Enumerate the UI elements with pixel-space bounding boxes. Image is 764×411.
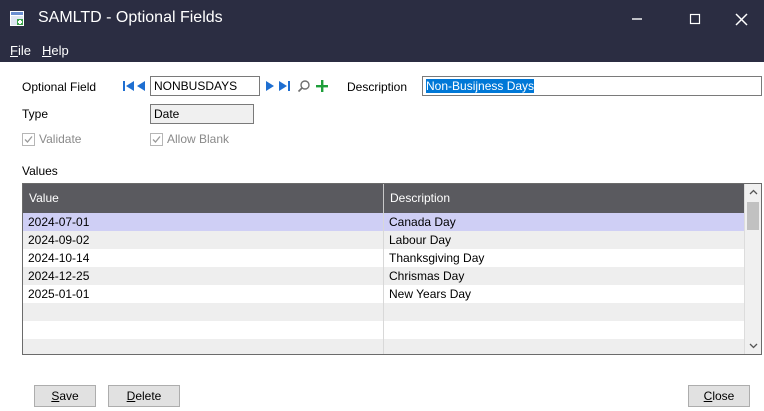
grid-rows: 2024-07-01 Canada Day 2024-09-02 Labour Day… xyxy=(23,213,744,354)
cell-description[interactable] xyxy=(384,321,744,339)
column-header-description[interactable]: Description xyxy=(384,184,744,213)
chevron-down-icon xyxy=(749,343,757,349)
cell-value[interactable]: 2024-09-02 xyxy=(23,231,383,249)
checkmark-icon xyxy=(152,135,161,143)
cell-description[interactable]: New Years Day xyxy=(384,285,744,303)
cell-description[interactable]: Canada Day xyxy=(384,213,744,231)
cell-description[interactable]: Labour Day xyxy=(384,231,744,249)
finder-search-icon[interactable] xyxy=(297,79,311,93)
cell-value[interactable]: 2024-12-25 xyxy=(23,267,383,285)
scroll-up-button[interactable] xyxy=(745,184,761,200)
chevron-up-icon xyxy=(749,189,757,195)
type-label: Type xyxy=(22,107,49,121)
table-row[interactable]: 2024-09-02 Labour Day xyxy=(23,231,744,249)
menu-help-rest: elp xyxy=(51,43,69,58)
previous-record-icon[interactable] xyxy=(135,79,147,93)
values-label: Values xyxy=(22,164,58,178)
maximize-button[interactable] xyxy=(672,0,718,38)
cell-value[interactable]: 2024-10-14 xyxy=(23,249,383,267)
table-row[interactable]: 2024-12-25 Chrismas Day xyxy=(23,267,744,285)
table-row[interactable] xyxy=(23,339,744,354)
optional-field-label: Optional Field xyxy=(22,80,97,94)
values-grid[interactable]: Value Description 2024-07-01 Canada Day 20… xyxy=(22,183,762,355)
delete-accel: D xyxy=(126,389,136,403)
allow-blank-checkbox[interactable]: Allow Blank xyxy=(150,132,229,146)
close-button[interactable]: Close xyxy=(688,385,750,407)
grid-vertical-scrollbar[interactable] xyxy=(744,184,761,354)
menu-help-accel: H xyxy=(42,43,52,58)
last-record-icon[interactable] xyxy=(277,79,291,93)
add-new-icon[interactable] xyxy=(315,79,329,93)
title-bar: SAMLTD - Optional Fields xyxy=(0,0,764,38)
save-button[interactable]: Save xyxy=(34,385,96,407)
table-row[interactable]: 2024-07-01 Canada Day xyxy=(23,213,744,231)
menu-file-accel: F xyxy=(10,43,18,58)
description-value: Non-Busijness Days xyxy=(426,79,535,93)
close-window-button[interactable] xyxy=(718,0,764,38)
minimize-button[interactable] xyxy=(614,0,660,38)
menu-file[interactable]: File xyxy=(10,43,31,58)
cell-description[interactable]: Thanksgiving Day xyxy=(384,249,744,267)
cell-value[interactable]: 2024-07-01 xyxy=(23,213,383,231)
cell-value[interactable] xyxy=(23,339,383,354)
window-title: SAMLTD - Optional Fields xyxy=(38,9,223,26)
grid-header: Value Description xyxy=(23,184,761,213)
table-row[interactable] xyxy=(23,303,744,321)
table-row[interactable]: 2025-01-01 New Years Day xyxy=(23,285,744,303)
checkmark-icon xyxy=(24,135,33,143)
app-icon xyxy=(10,11,24,26)
delete-rest: elete xyxy=(135,389,162,403)
validate-checkbox[interactable]: Validate xyxy=(22,132,81,146)
validate-label: Validate xyxy=(39,132,82,146)
cell-description[interactable] xyxy=(384,339,744,354)
delete-button[interactable]: Delete xyxy=(108,385,180,407)
menu-help[interactable]: Help xyxy=(42,43,69,58)
allow-blank-checkbox-box xyxy=(150,132,163,146)
cell-value[interactable]: 2025-01-01 xyxy=(23,285,383,303)
first-record-icon[interactable] xyxy=(122,79,136,93)
type-field[interactable]: Date xyxy=(150,104,254,124)
description-label: Description xyxy=(347,80,408,94)
close-rest: lose xyxy=(712,389,735,403)
description-input[interactable]: Non-Busijness Days xyxy=(422,76,762,96)
cell-description[interactable]: Chrismas Day xyxy=(384,267,744,285)
close-icon xyxy=(734,12,748,26)
next-record-icon[interactable] xyxy=(264,79,276,93)
allow-blank-label: Allow Blank xyxy=(167,132,230,146)
column-header-value[interactable]: Value xyxy=(23,184,383,213)
validate-checkbox-box xyxy=(22,132,35,146)
cell-value[interactable] xyxy=(23,321,383,339)
scroll-thumb[interactable] xyxy=(747,202,759,230)
menu-file-rest: ile xyxy=(17,43,31,58)
optional-field-input[interactable]: NONBUSDAYS xyxy=(150,76,260,96)
save-rest: ave xyxy=(59,389,79,403)
cell-value[interactable] xyxy=(23,303,383,321)
scroll-down-button[interactable] xyxy=(745,338,761,354)
cell-description[interactable] xyxy=(384,303,744,321)
table-row[interactable] xyxy=(23,321,744,339)
menu-bar: File Help xyxy=(0,38,764,62)
minimize-icon xyxy=(632,18,642,20)
table-row[interactable]: 2024-10-14 Thanksgiving Day xyxy=(23,249,744,267)
maximize-icon xyxy=(689,13,701,25)
